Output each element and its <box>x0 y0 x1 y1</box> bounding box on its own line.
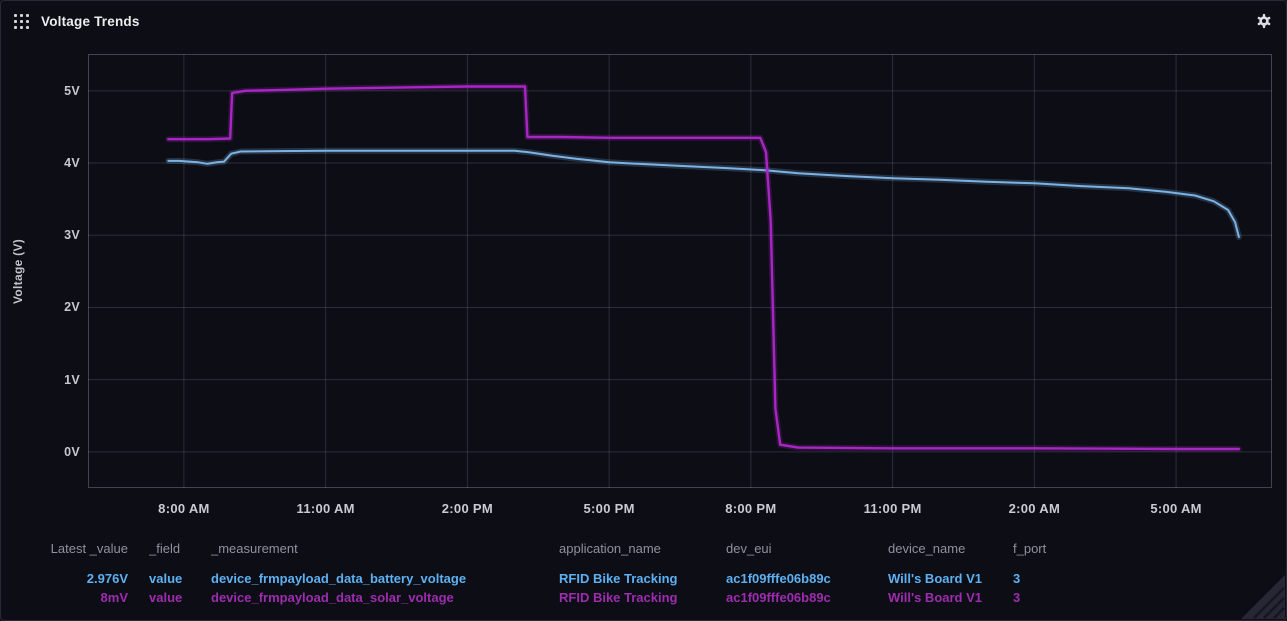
x-tick-label: 5:00 AM <box>1150 501 1201 516</box>
y-tick-label: 1V <box>64 373 80 387</box>
legend-cell-solar_voltage[interactable]: value <box>149 590 207 605</box>
legend-column-header: _measurement <box>211 541 555 556</box>
x-tick-label: 5:00 PM <box>584 501 635 516</box>
series-glow-solar_voltage <box>168 87 1239 450</box>
y-axis-tick-labels: 0V 1V 2V 3V 4V 5V <box>1 54 80 488</box>
legend-cell-solar_voltage[interactable]: 8mV <box>28 590 128 605</box>
legend-cell-battery_voltage[interactable]: ac1f09fffe06b89c <box>726 571 884 586</box>
x-tick-label: 2:00 PM <box>442 501 493 516</box>
x-tick-label: 8:00 PM <box>725 501 776 516</box>
x-axis-tick-labels: 8:00 AM 11:00 AM 2:00 PM 5:00 PM 8:00 PM 11:0… <box>88 501 1272 521</box>
series-glow-battery_voltage <box>168 151 1239 237</box>
legend-cell-solar_voltage[interactable]: 3 <box>1013 590 1069 605</box>
legend-cell-battery_voltage[interactable]: value <box>149 571 207 586</box>
legend-column-header: f_port <box>1013 541 1069 556</box>
x-tick-label: 11:00 PM <box>864 501 922 516</box>
series-line-battery_voltage <box>168 151 1239 237</box>
y-tick-label: 2V <box>64 300 80 314</box>
legend-cell-battery_voltage[interactable]: RFID Bike Tracking <box>559 571 722 586</box>
chart-svg[interactable] <box>88 54 1272 488</box>
gear-icon[interactable] <box>1255 12 1273 30</box>
legend-cell-battery_voltage[interactable]: 3 <box>1013 571 1069 586</box>
x-tick-label: 8:00 AM <box>158 501 209 516</box>
legend-cell-solar_voltage[interactable]: ac1f09fffe06b89c <box>726 590 884 605</box>
legend-column-header: application_name <box>559 541 722 556</box>
legend-table: Latest _value _field _measurement applicati… <box>1 537 1121 612</box>
x-tick-label: 11:00 AM <box>297 501 355 516</box>
y-tick-label: 3V <box>64 228 80 242</box>
series-line-solar_voltage <box>168 87 1239 450</box>
legend-column-header: dev_eui <box>726 541 884 556</box>
plot-border <box>89 55 1272 488</box>
voltage-trends-panel: Voltage Trends Voltage (V) 0V1V2V3V4V5V … <box>0 0 1287 621</box>
y-tick-label: 4V <box>64 156 80 170</box>
legend-cell-solar_voltage[interactable]: RFID Bike Tracking <box>559 590 722 605</box>
legend-cell-battery_voltage[interactable]: device_frmpayload_data_battery_voltage <box>211 571 555 586</box>
legend-cell-battery_voltage[interactable]: 2.976V <box>28 571 128 586</box>
x-tick-label: 2:00 AM <box>1009 501 1060 516</box>
panel-title[interactable]: Voltage Trends <box>41 14 140 29</box>
legend-column-header: device_name <box>888 541 1009 556</box>
y-tick-label: 0V <box>64 445 80 459</box>
y-tick-label: 5V <box>64 84 80 98</box>
legend-cell-battery_voltage[interactable]: Will's Board V1 <box>888 571 1009 586</box>
drag-handle-dots-icon[interactable] <box>14 14 30 30</box>
legend-column-header: Latest _value <box>28 541 128 556</box>
legend-cell-solar_voltage[interactable]: device_frmpayload_data_solar_voltage <box>211 590 555 605</box>
legend-column-header: _field <box>149 541 207 556</box>
resize-handle[interactable] <box>1239 573 1285 619</box>
legend-cell-solar_voltage[interactable]: Will's Board V1 <box>888 590 1009 605</box>
